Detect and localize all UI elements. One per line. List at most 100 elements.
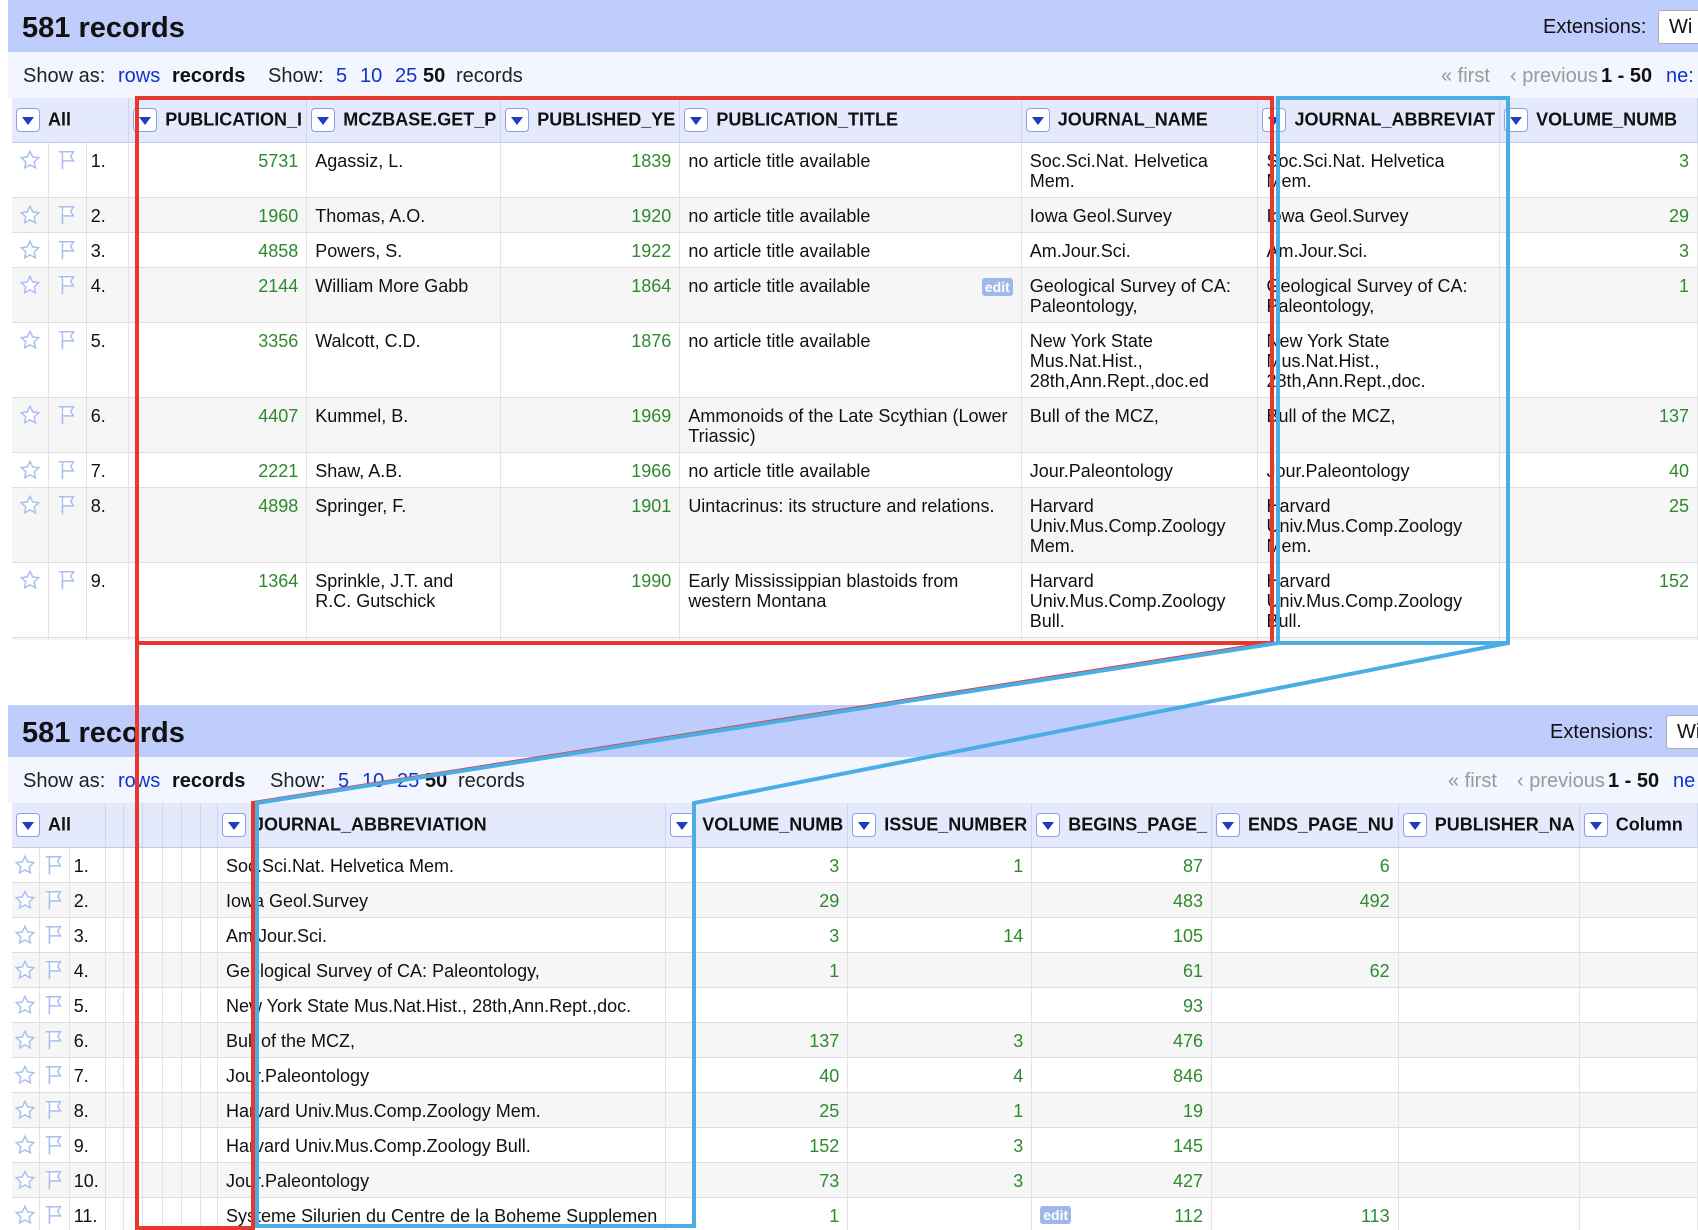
ends-page-cell[interactable] — [1211, 1057, 1399, 1093]
column-header-issue-number[interactable]: ISSUE_NUMBER — [847, 803, 1033, 848]
publication-title-cell[interactable]: no article title available — [679, 197, 1022, 233]
volume-number-cell[interactable]: 3 — [665, 917, 849, 953]
flag-toggle[interactable] — [39, 1022, 70, 1058]
flag-toggle[interactable] — [48, 397, 87, 453]
star-toggle[interactable] — [12, 847, 40, 883]
publication-id-cell[interactable]: 5731 — [128, 142, 308, 198]
journal-name-cell[interactable]: Jour.Paleontology — [1021, 637, 1259, 640]
author-cell[interactable]: Walcott, C.D. — [306, 322, 502, 398]
collapsed-column-cell[interactable] — [181, 1162, 201, 1198]
issue-number-cell[interactable]: 4 — [847, 1057, 1033, 1093]
published-year-cell[interactable]: 1839 — [500, 142, 681, 198]
star-icon[interactable] — [14, 994, 36, 1020]
journal-abbreviation-cell[interactable]: Jour.Paleontology — [217, 1057, 667, 1093]
star-icon[interactable] — [14, 1169, 36, 1195]
volume-number-cell[interactable]: 29 — [665, 882, 849, 918]
flag-toggle[interactable] — [39, 987, 70, 1023]
dropdown-arrow-icon[interactable] — [1025, 107, 1050, 132]
publication-id-cell[interactable]: 4858 — [128, 232, 308, 268]
column-cell[interactable] — [1579, 1162, 1698, 1198]
flag-icon[interactable] — [42, 960, 66, 985]
column-header-journal-abbreviation[interactable]: JOURNAL_ABBREVIATION — [217, 803, 667, 848]
column-header-ends-page[interactable]: ENDS_PAGE_NU — [1211, 803, 1399, 848]
flag-icon[interactable] — [42, 1030, 66, 1055]
star-toggle[interactable] — [12, 917, 40, 953]
flag-icon[interactable] — [55, 240, 79, 265]
dropdown-arrow-icon[interactable] — [133, 107, 158, 132]
star-icon[interactable] — [14, 1134, 36, 1160]
collapsed-column-cell[interactable] — [200, 1057, 218, 1093]
collapsed-column-cell[interactable] — [105, 952, 125, 988]
page-size-5-link[interactable]: 5 — [336, 65, 347, 88]
collapsed-column-cell[interactable] — [142, 917, 163, 953]
star-icon[interactable] — [14, 1099, 36, 1125]
ends-page-cell[interactable]: 62 — [1211, 952, 1399, 988]
dropdown-arrow-icon[interactable] — [16, 812, 40, 837]
collapsed-column-cell[interactable] — [162, 987, 182, 1023]
publisher-name-cell[interactable] — [1398, 987, 1580, 1023]
volume-number-cell[interactable]: 3 — [1499, 142, 1698, 198]
star-icon[interactable] — [19, 149, 41, 175]
collapsed-column-cell[interactable] — [123, 847, 144, 883]
collapsed-column-cell[interactable] — [105, 1092, 125, 1128]
issue-number-cell[interactable]: 3 — [847, 1127, 1033, 1163]
collapsed-column-cell[interactable] — [181, 847, 201, 883]
star-icon[interactable] — [14, 854, 36, 880]
flag-toggle[interactable] — [48, 637, 87, 640]
ends-page-cell[interactable]: 6 — [1211, 847, 1399, 883]
issue-number-cell[interactable] — [847, 1197, 1033, 1230]
volume-number-cell[interactable]: 152 — [1499, 562, 1698, 638]
star-toggle[interactable] — [12, 1022, 40, 1058]
star-icon[interactable] — [19, 404, 41, 430]
publication-title-cell[interactable]: no article title available — [679, 322, 1022, 398]
volume-number-cell[interactable] — [665, 987, 849, 1023]
flag-toggle[interactable] — [48, 232, 87, 268]
star-toggle[interactable] — [12, 882, 40, 918]
star-toggle[interactable] — [12, 637, 49, 640]
publication-title-cell[interactable]: no article title available — [679, 637, 1022, 640]
flag-toggle[interactable] — [39, 1092, 70, 1128]
published-year-cell[interactable]: 1864 — [500, 267, 681, 323]
begins-page-cell[interactable]: 145 — [1031, 1127, 1212, 1163]
page-size-25-link[interactable]: 25 — [397, 770, 419, 793]
issue-number-cell[interactable]: 3 — [847, 1162, 1033, 1198]
journal-abbreviation-cell[interactable]: Harvard Univ.Mus.Comp.Zoology Bull. — [1257, 562, 1501, 638]
journal-abbreviation-cell[interactable]: Jour.Paleontology — [1257, 637, 1501, 640]
flag-toggle[interactable] — [48, 197, 87, 233]
publication-id-cell[interactable]: 2221 — [128, 452, 308, 488]
flag-icon[interactable] — [55, 405, 79, 430]
journal-name-cell[interactable]: Harvard Univ.Mus.Comp.Zoology Mem. — [1021, 487, 1259, 563]
column-header-published-year[interactable]: PUBLISHED_YE — [500, 98, 681, 143]
published-year-cell[interactable]: 1990 — [500, 562, 681, 638]
begins-page-cell[interactable]: 476 — [1031, 1022, 1212, 1058]
publication-id-cell[interactable]: 1960 — [128, 197, 308, 233]
collapsed-column-cell[interactable] — [123, 1022, 144, 1058]
flag-icon[interactable] — [55, 205, 79, 230]
flag-toggle[interactable] — [39, 847, 70, 883]
star-icon[interactable] — [19, 274, 41, 300]
collapsed-column-cell[interactable] — [142, 1127, 163, 1163]
collapsed-column-cell[interactable] — [123, 1162, 144, 1198]
journal-abbreviation-cell[interactable]: New York State Mus.Nat.Hist., 28th,Ann.R… — [217, 987, 667, 1023]
extensions-dropdown[interactable]: Wi — [1666, 715, 1698, 749]
journal-abbreviation-cell[interactable]: Jour.Paleontology — [1257, 452, 1501, 488]
collapsed-column-cell[interactable] — [181, 1197, 201, 1230]
ends-page-cell[interactable]: 492 — [1211, 882, 1399, 918]
volume-number-cell[interactable]: 40 — [1499, 452, 1698, 488]
collapsed-column-cell[interactable] — [181, 952, 201, 988]
collapsed-column-cell[interactable] — [123, 882, 144, 918]
collapsed-column-cell[interactable] — [105, 1162, 125, 1198]
volume-number-cell[interactable]: 73 — [1499, 637, 1698, 640]
collapsed-column-cell[interactable] — [142, 847, 163, 883]
column-cell[interactable] — [1579, 1057, 1698, 1093]
journal-abbreviation-cell[interactable]: Bull of the MCZ, — [217, 1022, 667, 1058]
page-size-5-link[interactable]: 5 — [338, 770, 349, 793]
journal-abbreviation-cell[interactable]: Iowa Geol.Survey — [1257, 197, 1501, 233]
volume-number-cell[interactable]: 152 — [665, 1127, 849, 1163]
column-header-publication-title[interactable]: PUBLICATION_TITLE — [679, 98, 1022, 143]
flag-icon[interactable] — [42, 855, 66, 880]
star-toggle[interactable] — [12, 987, 40, 1023]
issue-number-cell[interactable] — [847, 882, 1033, 918]
collapsed-column-header[interactable] — [162, 803, 182, 848]
collapsed-column-cell[interactable] — [162, 917, 182, 953]
